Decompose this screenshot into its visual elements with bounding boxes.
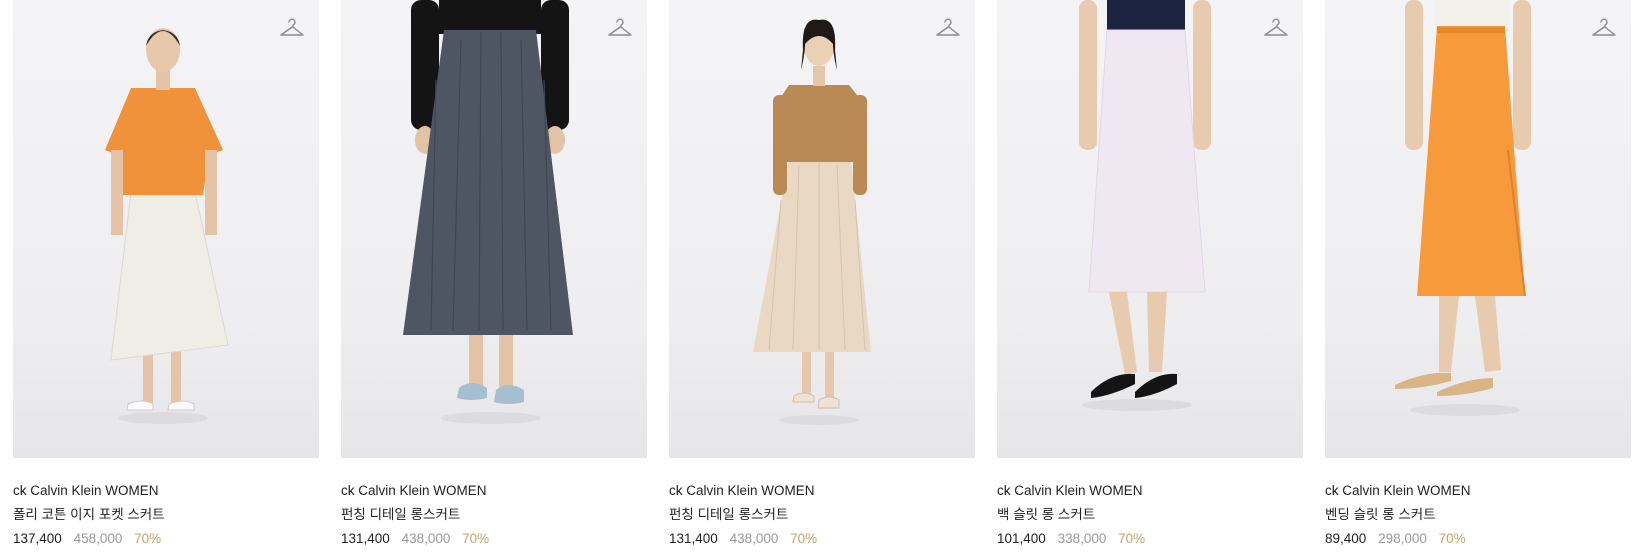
sale-price: 131,400 — [341, 531, 390, 546]
original-price: 338,000 — [1057, 531, 1107, 546]
product-card[interactable]: ck Calvin Klein WOMEN 백 슬릿 롱 스커트 101,400… — [997, 0, 1303, 547]
hanger-icon[interactable] — [935, 16, 961, 40]
hanger-icon[interactable] — [279, 16, 305, 40]
product-image[interactable] — [13, 0, 319, 458]
discount-rate: 70% — [1438, 531, 1466, 546]
product-image[interactable] — [997, 0, 1303, 458]
sale-price: 101,400 — [997, 531, 1046, 546]
product-name[interactable]: 펀칭 디테일 롱스커트 — [341, 507, 647, 523]
sale-price: 137,400 — [13, 531, 62, 546]
price-row: 101,400 338,000 70% — [997, 531, 1303, 547]
product-brand[interactable]: ck Calvin Klein WOMEN — [997, 483, 1303, 499]
original-price: 438,000 — [401, 531, 451, 546]
discount-rate: 70% — [462, 531, 490, 546]
hanger-icon[interactable] — [1263, 16, 1289, 40]
product-grid: ck Calvin Klein WOMEN 폴리 코튼 이지 포켓 스커트 13… — [0, 0, 1634, 552]
original-price: 458,000 — [73, 531, 123, 546]
hanger-icon[interactable] — [1591, 16, 1617, 40]
product-name[interactable]: 펀칭 디테일 롱스커트 — [669, 507, 975, 523]
discount-rate: 70% — [134, 531, 162, 546]
product-card[interactable]: ck Calvin Klein WOMEN 펀칭 디테일 롱스커트 131,40… — [669, 0, 975, 547]
product-image[interactable] — [1325, 0, 1631, 458]
price-row: 131,400 438,000 70% — [669, 531, 975, 547]
product-card[interactable]: ck Calvin Klein WOMEN 펀칭 디테일 롱스커트 131,40… — [341, 0, 647, 547]
discount-rate: 70% — [1118, 531, 1146, 546]
product-image[interactable] — [341, 0, 647, 458]
product-brand[interactable]: ck Calvin Klein WOMEN — [13, 483, 319, 499]
original-price: 438,000 — [729, 531, 779, 546]
product-name[interactable]: 백 슬릿 롱 스커트 — [997, 507, 1303, 523]
product-card[interactable]: ck Calvin Klein WOMEN 벤딩 슬릿 롱 스커트 89,400… — [1325, 0, 1631, 547]
sale-price: 131,400 — [669, 531, 718, 546]
original-price: 298,000 — [1378, 531, 1427, 546]
product-brand[interactable]: ck Calvin Klein WOMEN — [1325, 483, 1631, 499]
product-brand[interactable]: ck Calvin Klein WOMEN — [341, 483, 647, 499]
product-name[interactable]: 벤딩 슬릿 롱 스커트 — [1325, 507, 1631, 523]
price-row: 89,400 298,000 70% — [1325, 531, 1631, 547]
price-row: 137,400 458,000 70% — [13, 531, 319, 547]
product-card[interactable]: ck Calvin Klein WOMEN 폴리 코튼 이지 포켓 스커트 13… — [13, 0, 319, 547]
discount-rate: 70% — [790, 531, 818, 546]
product-brand[interactable]: ck Calvin Klein WOMEN — [669, 483, 975, 499]
hanger-icon[interactable] — [607, 16, 633, 40]
product-image[interactable] — [669, 0, 975, 458]
price-row: 131,400 438,000 70% — [341, 531, 647, 547]
product-name[interactable]: 폴리 코튼 이지 포켓 스커트 — [13, 507, 319, 523]
sale-price: 89,400 — [1325, 531, 1367, 546]
